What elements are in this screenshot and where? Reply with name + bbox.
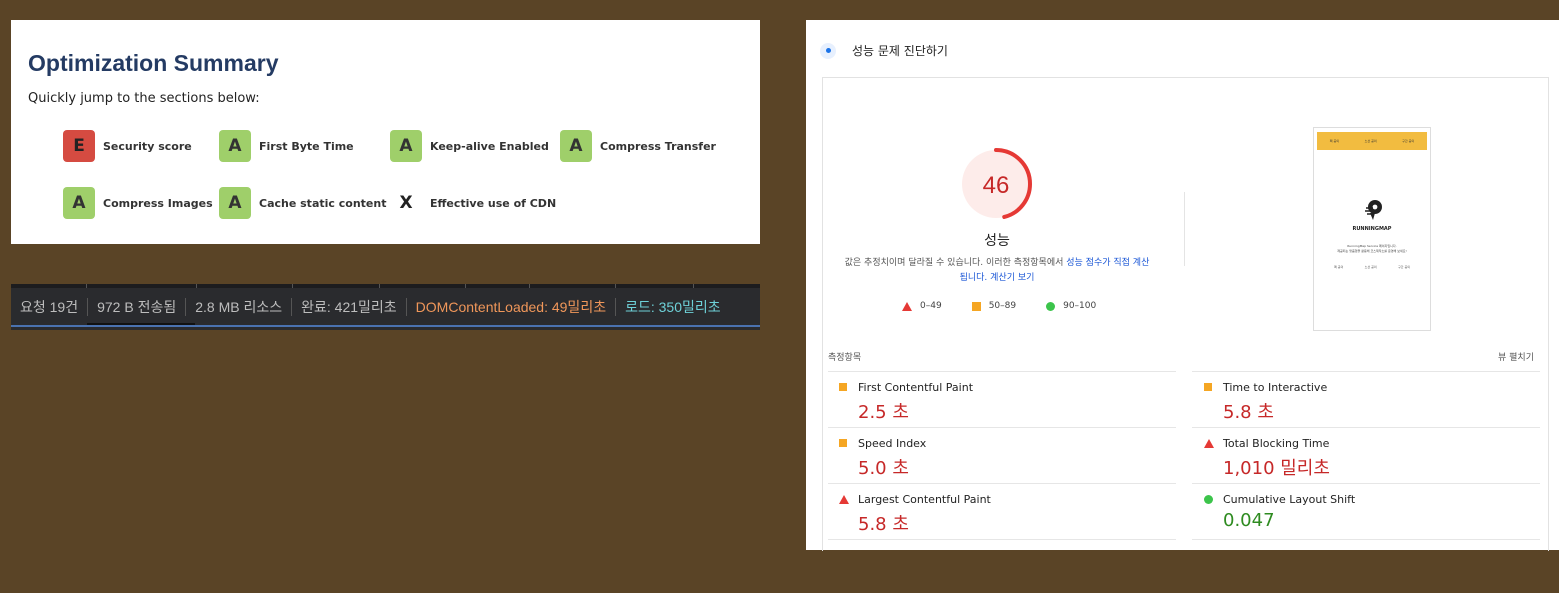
square-icon xyxy=(839,383,847,391)
grade-security-score[interactable]: E Security score xyxy=(63,130,192,162)
grade-label: Compress Images xyxy=(103,196,213,210)
grade-compress-transfer[interactable]: A Compress Transfer xyxy=(560,130,716,162)
metric-value: 0.047 xyxy=(1223,510,1275,531)
lighthouse-panel: 성능 문제 진단하기 46 성능 값은 추정치이며 달라질 수 있습니다. 이러… xyxy=(806,20,1559,551)
metric-name: Largest Contentful Paint xyxy=(858,493,991,506)
optimization-subtitle: Quickly jump to the sections below: xyxy=(28,91,260,106)
grade-cache-static[interactable]: A Cache static content xyxy=(219,187,386,219)
metric-divider xyxy=(1192,539,1540,540)
score-value: 46 xyxy=(983,172,1010,199)
expand-view-toggle[interactable]: 뷰 펼치기 xyxy=(1498,350,1534,363)
grade-label: Cache static content xyxy=(259,196,387,210)
grade-badge: A xyxy=(219,187,251,219)
legend-average: 50–89 xyxy=(971,301,1016,311)
grade-keep-alive[interactable]: A Keep-alive Enabled xyxy=(390,130,549,162)
page-screenshot-thumbnail[interactable]: 팩 공의 노선 공의 구간 공의 RUNNINGMAP RunningMap S… xyxy=(1313,127,1431,331)
metric-name: Time to Interactive xyxy=(1223,381,1328,394)
square-icon xyxy=(1204,383,1212,391)
grade-cdn[interactable]: X Effective use of CDN xyxy=(390,187,556,219)
thumbnail-text: RunningMap Service 페이지입니다. 제공되는 맞춤형을 활용해… xyxy=(1337,244,1407,253)
metric-value: 5.0 초 xyxy=(858,458,909,479)
metric-divider xyxy=(1192,427,1540,428)
metric-name: Total Blocking Time xyxy=(1223,437,1330,450)
metrics-header: 측정항목 xyxy=(828,353,862,363)
lighthouse-header[interactable]: 성능 문제 진단하기 xyxy=(820,42,948,59)
metric-divider xyxy=(828,539,1176,540)
metric-divider xyxy=(1192,483,1540,484)
grade-label: Compress Transfer xyxy=(600,139,716,153)
grade-badge: E xyxy=(63,130,95,162)
metric-value: 5.8 초 xyxy=(1223,402,1274,423)
grade-label: Keep-alive Enabled xyxy=(430,139,549,153)
thumbnail-nav: 팩 공의 노선 공의 구간 공의 xyxy=(1317,132,1427,150)
metric-divider xyxy=(828,371,1176,372)
grade-badge: A xyxy=(560,130,592,162)
optimization-summary-card: Optimization Summary Quickly jump to the… xyxy=(11,20,760,244)
divider xyxy=(1184,192,1185,266)
metric-divider xyxy=(828,483,1176,484)
calculator-link[interactable]: 계산기 보기 xyxy=(990,273,1034,283)
grade-badge: A xyxy=(390,130,422,162)
status-bar-divider xyxy=(11,325,760,327)
metric-name: Cumulative Layout Shift xyxy=(1223,493,1356,506)
triangle-icon xyxy=(839,495,849,504)
dom-content-loaded-time: DOMContentLoaded: 49밀리초 xyxy=(407,298,617,316)
metric-value: 1,010 밀리초 xyxy=(1223,458,1330,479)
grade-badge: A xyxy=(219,130,251,162)
lighthouse-report xyxy=(822,77,1549,551)
metric-value: 5.8 초 xyxy=(858,514,909,535)
triangle-icon xyxy=(902,301,912,311)
transferred-size: 972 B 전송됨 xyxy=(88,298,187,316)
network-status-bar: 요청 19건 972 B 전송됨 2.8 MB 리소스 완료: 421밀리초 D… xyxy=(11,284,760,330)
circle-icon xyxy=(1046,301,1056,311)
circle-icon xyxy=(1204,495,1213,504)
grade-label: First Byte Time xyxy=(259,139,354,153)
performance-score-gauge[interactable]: 46 xyxy=(959,147,1033,221)
requests-count: 요청 19건 xyxy=(11,298,89,316)
optimization-title: Optimization Summary xyxy=(28,50,279,76)
grade-badge: A xyxy=(63,187,95,219)
metric-divider xyxy=(1192,371,1540,372)
grade-badge: X xyxy=(399,193,413,213)
thumbnail-links: 팩 공의 노선 공의 구간 공의 xyxy=(1334,265,1410,269)
lighthouse-icon xyxy=(820,42,836,59)
score-label: 성능 xyxy=(984,233,1010,249)
square-icon xyxy=(971,301,981,311)
legend-pass: 90–100 xyxy=(1046,301,1096,311)
grade-label: Security score xyxy=(103,139,192,153)
score-legend: 0–49 50–89 90–100 xyxy=(902,301,1126,311)
resources-size: 2.8 MB 리소스 xyxy=(186,298,293,316)
grade-compress-images[interactable]: A Compress Images xyxy=(63,187,213,219)
thumbnail-brand: RUNNINGMAP xyxy=(1352,226,1392,232)
status-bar-ticks xyxy=(11,284,760,288)
metric-name: Speed Index xyxy=(858,437,927,450)
score-note-text: 값은 추정치이며 달라질 수 있습니다. 이러한 측정항목에서 xyxy=(844,258,1067,268)
metric-divider xyxy=(828,427,1176,428)
grade-first-byte-time[interactable]: A First Byte Time xyxy=(219,130,354,162)
score-note: 값은 추정치이며 달라질 수 있습니다. 이러한 측정항목에서 성능 점수가 직… xyxy=(842,256,1152,286)
load-time: 로드: 350밀리초 xyxy=(625,299,721,315)
grade-label: Effective use of CDN xyxy=(430,196,557,210)
square-icon xyxy=(839,439,847,447)
finish-time: 완료: 421밀리초 xyxy=(292,298,407,316)
lighthouse-header-title: 성능 문제 진단하기 xyxy=(852,44,948,58)
metric-name: First Contentful Paint xyxy=(858,381,974,394)
runner-logo-icon xyxy=(1365,200,1382,220)
metric-value: 2.5 초 xyxy=(858,402,909,423)
triangle-icon xyxy=(1204,439,1214,448)
legend-fail: 0–49 xyxy=(902,301,942,311)
